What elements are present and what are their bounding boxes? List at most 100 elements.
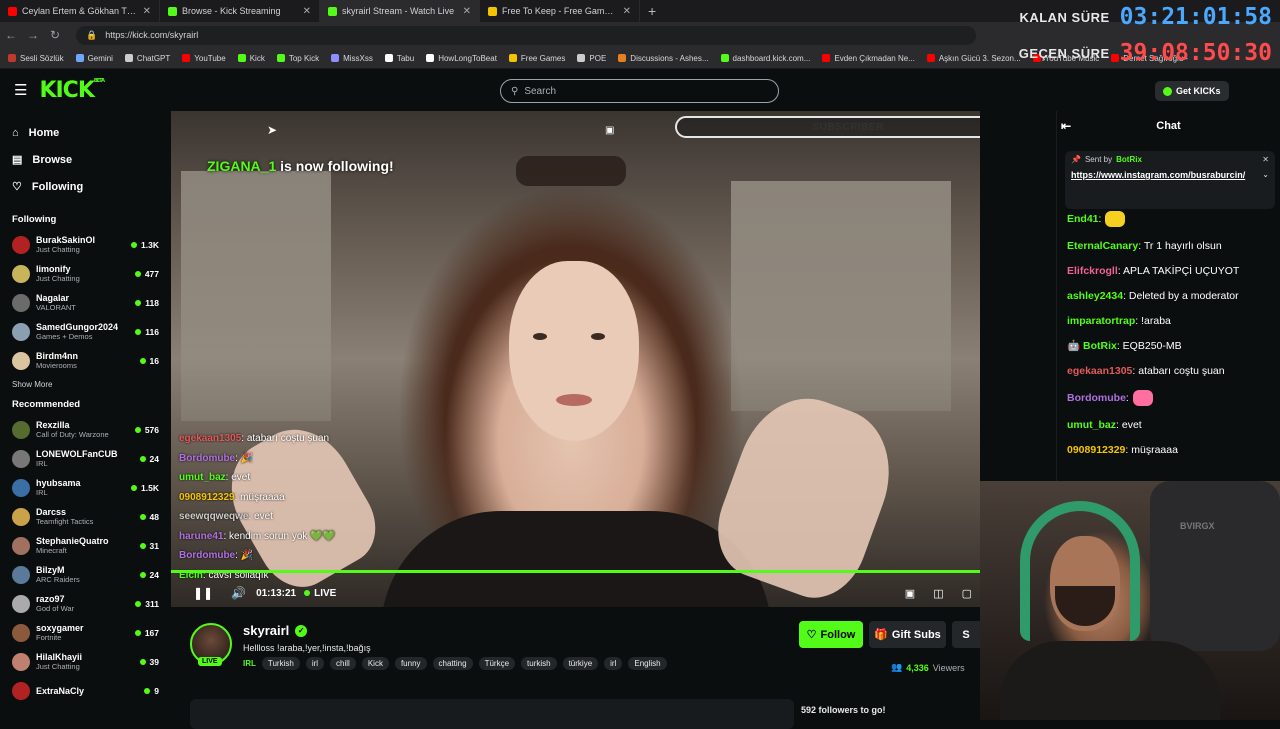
bookmark-favicon-icon — [822, 54, 831, 62]
bookmark-item[interactable]: POE — [577, 54, 606, 63]
sidebar-channel[interactable]: HilalKhayii Just Chatting 39 — [0, 647, 170, 676]
back-arrow-icon[interactable]: ← — [0, 28, 22, 42]
sidebar-channel[interactable]: BurakSakinOl Just Chatting 1.3K — [0, 230, 170, 259]
channel-category: IRL — [36, 488, 48, 497]
bookmark-item[interactable]: Aşkın Gücü 3. Sezon... — [926, 54, 1021, 63]
sidebar-channel[interactable]: SamedGungor2024 Games + Demos 116 — [0, 317, 170, 346]
stream-tag[interactable]: Turkish — [261, 657, 300, 670]
sidebar-channel[interactable]: hyubsama IRL 1.5K — [0, 473, 170, 502]
sidebar-channel[interactable]: StephanieQuatro Minecraft 31 — [0, 531, 170, 560]
overlay-chat-line: seewqqweqwe: evet — [179, 507, 335, 527]
close-tab-icon[interactable]: ✕ — [623, 6, 631, 17]
bookmark-item[interactable]: YouTube — [182, 54, 226, 63]
stream-tag[interactable]: funny — [394, 657, 427, 670]
browser-tab[interactable]: skyrairl Stream - Watch Live ✕ — [320, 0, 480, 22]
sidebar-channel[interactable]: Rexzilla Call of Duty: Warzone 576 — [0, 415, 170, 444]
bookmark-item[interactable]: Free Games — [508, 54, 565, 63]
unpin-icon[interactable]: ✕ — [1262, 155, 1269, 164]
sidebar-channel[interactable]: Nagalar VALORANT 118 — [0, 288, 170, 317]
show-more-button[interactable]: Show More — [0, 375, 170, 393]
miniplayer-icon[interactable]: ▣ — [905, 587, 915, 600]
overlay-chat-line: umut_baz: evet — [179, 468, 335, 488]
pinned-link[interactable]: https://www.instagram.com/busraburcin/ — [1071, 169, 1251, 181]
kick-logo[interactable]: KICKBETA — [39, 78, 105, 103]
chat-username[interactable]: Elifckrogll — [1067, 265, 1118, 277]
search-input[interactable]: ⚲ Search — [500, 79, 779, 103]
playback-progress[interactable] — [171, 570, 980, 573]
collapse-chat-icon[interactable]: ⇤ — [1061, 119, 1071, 133]
browser-tab[interactable]: Ceylan Ertem & Gökhan Türkmen ✕ — [0, 0, 160, 22]
url-field[interactable]: 🔒 https://kick.com/skyrairl — [76, 25, 976, 45]
sidebar-channel[interactable]: BilzyM ARC Raiders 24 — [0, 560, 170, 589]
stream-tag[interactable]: Türkçe — [478, 657, 516, 670]
bookmark-item[interactable]: HowLongToBeat — [426, 54, 497, 63]
get-kicks-button[interactable]: Get KICKs — [1155, 81, 1229, 101]
nav-home[interactable]: ⌂ Home — [0, 119, 170, 146]
channel-info: ExtraNaCly — [36, 686, 144, 696]
channel-avatar — [12, 449, 30, 468]
stream-tag[interactable]: türkiye — [562, 657, 599, 670]
sidebar-channel[interactable]: razo97 God of War 311 — [0, 589, 170, 618]
pause-icon[interactable]: ❚❚ — [193, 586, 213, 600]
nav-browse[interactable]: ▤ Browse — [0, 146, 170, 173]
expand-chevron-icon[interactable]: ⌄ — [1262, 170, 1269, 181]
fullscreen-icon[interactable]: ▢ — [962, 587, 972, 600]
stream-tag[interactable]: turkish — [521, 657, 557, 670]
bookmark-item[interactable]: Kick — [237, 54, 265, 63]
close-tab-icon[interactable]: ✕ — [303, 6, 311, 17]
overlay-chat: egekaan1305: atabarı coştu şuan Bordomube… — [179, 429, 335, 585]
new-tab-icon[interactable]: + — [640, 3, 664, 19]
bookmark-item[interactable]: dashboard.kick.com... — [720, 54, 810, 63]
sidebar-channel[interactable]: limonify Just Chatting 477 — [0, 259, 170, 288]
sidebar-channel[interactable]: LONEWOLFanCUB IRL 24 — [0, 444, 170, 473]
chat-username[interactable]: ashley2434 — [1067, 290, 1123, 302]
sidebar-channel[interactable]: ExtraNaCly 9 — [0, 676, 170, 705]
nav-following[interactable]: ♡ Following — [0, 173, 170, 200]
bookmark-item[interactable]: Top Kick — [276, 54, 319, 63]
bookmark-item[interactable]: MissXss — [331, 54, 373, 63]
forward-arrow-icon[interactable]: → — [22, 28, 44, 42]
stream-tag[interactable]: irl — [604, 657, 623, 670]
stream-tag[interactable]: Kick — [361, 657, 389, 670]
chat-username[interactable]: BotRix — [1083, 340, 1117, 352]
chat-username[interactable]: imparatortrap — [1067, 315, 1135, 327]
bookmark-item[interactable]: Gemini — [75, 54, 113, 63]
follow-button[interactable]: ♡ Follow — [799, 621, 863, 648]
sidebar-channel[interactable]: soxygamer Fortnite 167 — [0, 618, 170, 647]
stream-tag[interactable]: chill — [330, 657, 356, 670]
bookmark-item[interactable]: Tabu — [384, 54, 414, 63]
volume-icon[interactable]: 🔊 — [231, 586, 246, 600]
reload-icon[interactable]: ↻ — [44, 28, 66, 42]
stream-tag[interactable]: irl — [305, 657, 325, 670]
close-tab-icon[interactable]: ✕ — [463, 6, 471, 17]
chat-username[interactable]: End41 — [1067, 213, 1099, 225]
chat-username[interactable]: Bordomube — [1067, 392, 1126, 404]
chat-username[interactable]: egekaan1305 — [1067, 365, 1132, 377]
sidebar-channel[interactable]: Darcss Teamfight Tactics 48 — [0, 502, 170, 531]
video-player[interactable]: ➤ ▣ ZIGANA_1 is now following! 2 SUBSCRI… — [171, 111, 980, 607]
browser-tab[interactable]: Browse - Kick Streaming ✕ — [160, 0, 320, 22]
chat-username[interactable]: EternalCanary — [1067, 240, 1138, 252]
subscribe-button[interactable]: S — [952, 621, 980, 648]
close-tab-icon[interactable]: ✕ — [143, 6, 151, 17]
bookmark-item[interactable]: ChatGPT — [124, 54, 170, 63]
bookmark-item[interactable]: Evden Çıkmadan Ne... — [822, 54, 915, 63]
chat-username[interactable]: umut_baz — [1067, 419, 1116, 431]
chat-username[interactable]: 0908912329 — [1067, 444, 1125, 456]
channel-name: Birdm4nn — [36, 351, 79, 361]
stream-tag[interactable]: chatting — [432, 657, 473, 670]
picture-in-picture-icon[interactable]: ▣ — [605, 125, 614, 136]
browser-tab[interactable]: Free To Keep - Free Games, Every ✕ — [480, 0, 640, 22]
lock-icon: 🔒 — [86, 29, 98, 40]
follower-goal: 592 followers to go! — [801, 705, 886, 715]
sidebar-channel[interactable]: Birdm4nn Movierooms 16 — [0, 346, 170, 375]
menu-icon[interactable]: ☰ — [14, 81, 27, 99]
viewer-count: 9 — [144, 686, 170, 696]
bookmark-item[interactable]: Discussions - Ashes... — [618, 54, 709, 63]
channel-name[interactable]: skyrairl ✓ — [243, 623, 308, 638]
gift-subs-button[interactable]: 🎁 Gift Subs — [869, 621, 946, 648]
stream-tag[interactable]: English — [628, 657, 667, 670]
stream-category[interactable]: IRL — [243, 659, 256, 668]
bookmark-item[interactable]: Sesli Sözlük — [8, 54, 64, 63]
theater-mode-icon[interactable]: ◫ — [933, 587, 943, 600]
